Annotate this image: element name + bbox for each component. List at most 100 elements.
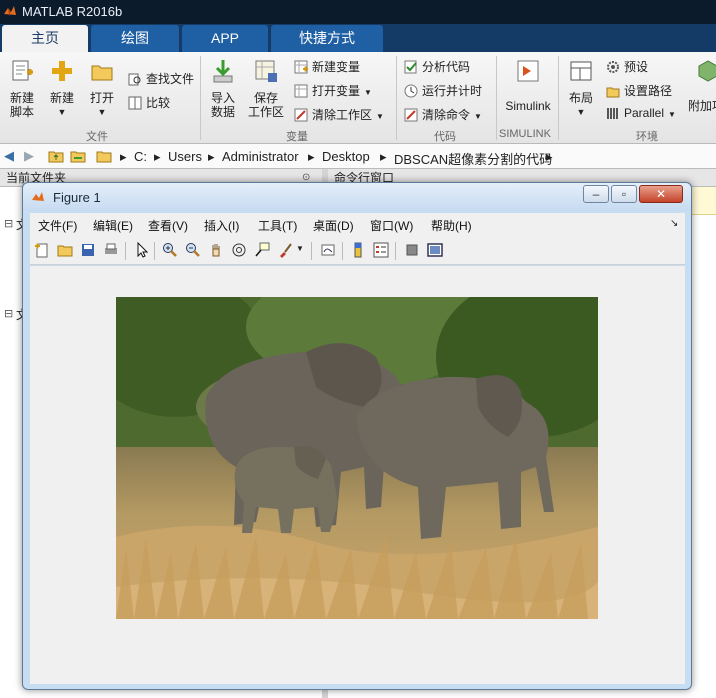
layout-label: 布局 <box>568 91 593 105</box>
save-workspace-button[interactable]: 保存 工作区 <box>246 58 286 119</box>
clear-commands-label: 清除命令 <box>422 108 471 122</box>
zoom-in-icon[interactable] <box>162 242 178 258</box>
layout-button[interactable]: 布局 ▼ <box>564 58 598 119</box>
menu-edit[interactable]: 编辑(E) <box>93 217 133 234</box>
parallel-button[interactable]: Parallel ▼ <box>606 106 676 120</box>
open-button[interactable]: 打开 ▼ <box>86 58 118 119</box>
import-icon <box>213 60 233 83</box>
compare-button[interactable]: 比较 <box>128 94 170 111</box>
browse-folder-icon[interactable] <box>70 148 86 164</box>
analyze-code-button[interactable]: 分析代码 <box>404 58 470 75</box>
breadcrumb-separator: ▸ <box>308 149 315 164</box>
legend-icon[interactable] <box>373 242 389 258</box>
open-icon[interactable] <box>57 242 73 258</box>
menu-window[interactable]: 窗口(W) <box>370 217 413 234</box>
show-plot-tools-icon[interactable] <box>427 242 443 258</box>
save-icon[interactable] <box>80 242 96 258</box>
simulink-label: Simulink <box>505 99 551 113</box>
pointer-icon[interactable] <box>134 242 150 258</box>
menu-help[interactable]: 帮助(H) <box>431 217 472 234</box>
menu-file[interactable]: 文件(F) <box>38 217 77 234</box>
open-variable-button[interactable]: 打开变量 ▼ <box>294 82 372 99</box>
matlab-logo-icon <box>4 6 16 16</box>
data-cursor-icon[interactable] <box>254 242 270 258</box>
chevron-down-icon[interactable]: ▼ <box>296 244 304 253</box>
plus-icon <box>52 61 72 81</box>
figure-toolbar: ▼ <box>30 237 685 265</box>
chevron-down-icon: ▼ <box>474 112 482 121</box>
analyze-code-label: 分析代码 <box>422 60 471 74</box>
menu-insert[interactable]: 插入(I) <box>204 217 239 234</box>
print-icon[interactable] <box>103 242 119 258</box>
run-and-time-button[interactable]: 运行并计时 <box>404 82 482 99</box>
addons-button[interactable]: 附加项 <box>688 58 716 113</box>
group-environment: 环境 <box>636 131 658 143</box>
folder-icon <box>96 151 112 163</box>
breadcrumb-desktop[interactable]: Desktop <box>322 149 370 164</box>
rotate-icon[interactable] <box>231 242 247 258</box>
dock-arrow-icon[interactable]: ↘ <box>670 218 678 229</box>
collapse-toggle-icon[interactable]: ⊟ <box>4 217 13 230</box>
breadcrumb-separator: ▸ <box>546 149 553 164</box>
chevron-down-icon: ▼ <box>97 107 107 117</box>
pan-icon[interactable] <box>208 242 224 258</box>
tab-shortcuts[interactable]: 快捷方式 <box>271 25 383 52</box>
hide-plot-tools-icon[interactable] <box>404 242 420 258</box>
open-variable-icon <box>294 84 308 98</box>
preferences-button[interactable]: 预设 <box>606 58 648 75</box>
clear-commands-button[interactable]: 清除命令 ▼ <box>404 106 482 123</box>
new-variable-button[interactable]: 新建变量 <box>294 58 360 75</box>
menu-view[interactable]: 查看(V) <box>148 217 188 234</box>
group-divider <box>200 56 201 140</box>
ribbon: 新建 脚本 新建 ▼ 打开 ▼ 查找文件 比较 文件 导入 数据 保存 工作区 … <box>0 52 716 144</box>
chevron-down-icon: ▼ <box>364 88 372 97</box>
maximize-button[interactable]: ▫ <box>611 185 637 203</box>
forward-arrow-icon[interactable]: ▶ <box>24 148 34 164</box>
open-label: 打开 <box>89 91 114 105</box>
collapse-toggle-icon[interactable]: ⊟ <box>4 307 13 320</box>
set-path-button[interactable]: 设置路径 <box>606 82 672 99</box>
new-button[interactable]: 新建 ▼ <box>46 58 78 119</box>
tab-home[interactable]: 主页 <box>2 25 88 52</box>
back-arrow-icon[interactable]: ◀ <box>4 148 14 164</box>
breadcrumb-folder[interactable]: DBSCAN超像素分割的代码 <box>394 149 552 168</box>
tab-plots[interactable]: 绘图 <box>91 25 179 52</box>
group-divider <box>558 56 559 140</box>
chevron-down-icon: ▼ <box>576 107 586 117</box>
link-plot-icon[interactable] <box>320 242 336 258</box>
minimize-button[interactable]: – <box>583 185 609 203</box>
run-time-icon <box>404 84 418 98</box>
brush-icon[interactable] <box>277 242 293 258</box>
clear-workspace-button[interactable]: 清除工作区 ▼ <box>294 106 384 123</box>
new-variable-icon <box>294 60 308 74</box>
find-files-button[interactable]: 查找文件 <box>128 70 194 87</box>
new-figure-icon[interactable] <box>34 242 50 258</box>
address-bar: ◀ ▶ ▸ C: ▸ Users ▸ Administrator ▸ Deskt… <box>0 144 716 169</box>
run-and-time-label: 运行并计时 <box>422 84 483 98</box>
import-data-button[interactable]: 导入 数据 <box>206 58 240 119</box>
figure-menubar: 文件(F) 编辑(E) 查看(V) 插入(I) 工具(T) 桌面(D) 窗口(W… <box>30 213 685 237</box>
breadcrumb-users[interactable]: Users <box>168 149 202 164</box>
colorbar-icon[interactable] <box>350 242 366 258</box>
addons-label: 附加项 <box>688 99 716 113</box>
new-script-button[interactable]: 新建 脚本 <box>4 58 40 119</box>
up-folder-icon[interactable] <box>48 148 64 164</box>
simulink-button[interactable]: Simulink <box>502 58 554 113</box>
breadcrumb-administrator[interactable]: Administrator <box>222 149 299 164</box>
find-files-icon <box>128 73 141 86</box>
save-workspace-label-1: 保存 <box>253 91 278 105</box>
group-variable: 变量 <box>286 131 308 143</box>
figure-titlebar[interactable]: Figure 1 – ▫ ✕ <box>23 183 691 211</box>
group-simulink: SIMULINK <box>499 128 551 140</box>
find-files-label: 查找文件 <box>146 72 195 86</box>
analyze-code-icon <box>404 60 417 74</box>
zoom-out-icon[interactable] <box>185 242 201 258</box>
close-button[interactable]: ✕ <box>639 185 683 203</box>
menu-desktop[interactable]: 桌面(D) <box>313 217 354 234</box>
breadcrumb-separator: ▸ <box>154 149 161 164</box>
app-titlebar: MATLAB R2016b <box>0 0 716 24</box>
menu-tools[interactable]: 工具(T) <box>258 217 297 234</box>
tab-apps[interactable]: APP <box>182 25 268 52</box>
open-variable-label: 打开变量 <box>312 84 361 98</box>
breadcrumb-drive[interactable]: C: <box>134 149 147 164</box>
